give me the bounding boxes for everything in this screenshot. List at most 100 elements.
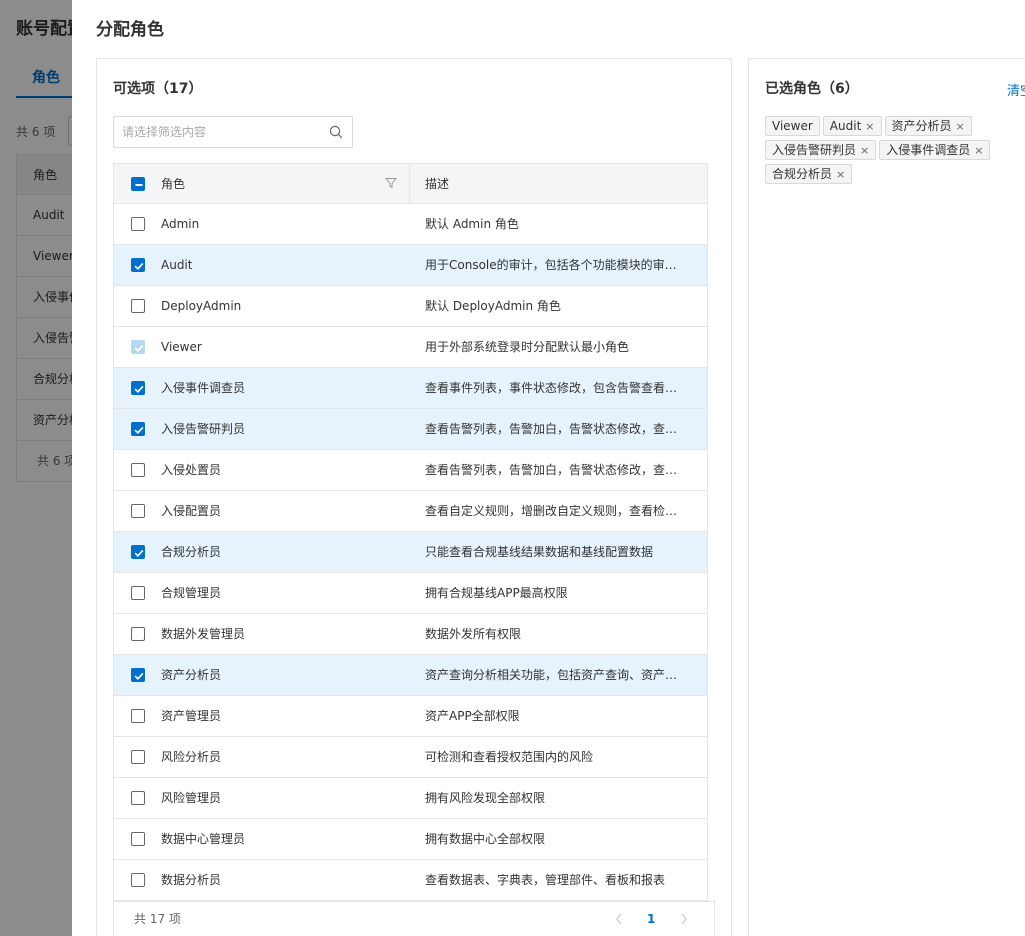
table-row[interactable]: 风险分析员 可检测和查看授权范围内的风险 bbox=[114, 737, 708, 778]
row-checkbox[interactable] bbox=[131, 832, 145, 846]
search-input[interactable] bbox=[122, 117, 322, 147]
chevron-left-icon[interactable] bbox=[614, 912, 624, 926]
column-divider bbox=[409, 409, 410, 449]
table-row[interactable]: 入侵处置员 查看告警列表，告警加白，告警状态修改，查看... bbox=[114, 450, 708, 491]
column-divider bbox=[409, 778, 410, 818]
row-checkbox[interactable] bbox=[131, 545, 145, 559]
role-description: 用于Console的审计，包括各个功能模块的审计... bbox=[425, 258, 687, 272]
role-description: 拥有数据中心全部权限 bbox=[425, 832, 546, 846]
tag-label: 资产分析员 bbox=[891, 119, 952, 133]
role-name: DeployAdmin bbox=[161, 299, 242, 313]
role-name: Admin bbox=[161, 217, 200, 231]
table-row[interactable]: Audit 用于Console的审计，包括各个功能模块的审计... bbox=[114, 245, 708, 286]
table-row[interactable]: Admin 默认 Admin 角色 bbox=[114, 204, 708, 245]
column-divider bbox=[409, 368, 410, 408]
chevron-right-icon[interactable] bbox=[679, 912, 689, 926]
row-checkbox[interactable] bbox=[131, 750, 145, 764]
row-checkbox[interactable] bbox=[131, 422, 145, 436]
close-icon[interactable]: × bbox=[860, 142, 869, 160]
close-icon[interactable]: × bbox=[865, 118, 874, 136]
column-divider bbox=[409, 204, 410, 244]
role-description: 默认 DeployAdmin 角色 bbox=[425, 299, 561, 313]
selected-role-tag: 入侵告警研判员 × bbox=[765, 140, 877, 160]
table-row[interactable]: 入侵告警研判员 查看告警列表，告警加白，告警状态修改，查看... bbox=[114, 409, 708, 450]
row-checkbox[interactable] bbox=[131, 504, 145, 518]
role-name: 风险管理员 bbox=[161, 791, 222, 805]
search-icon[interactable] bbox=[329, 125, 343, 139]
role-description: 资产APP全部权限 bbox=[425, 709, 520, 723]
roles-table-footer: 共 17 项 1 bbox=[113, 899, 715, 936]
column-divider bbox=[409, 573, 410, 613]
role-name: 数据中心管理员 bbox=[161, 832, 246, 846]
assign-role-drawer: 分配角色 可选项（17） 角色 描述 Admin默认 Adm bbox=[72, 0, 1025, 936]
selected-role-tag: 资产分析员 × bbox=[884, 116, 972, 136]
table-row[interactable]: 资产分析员 资产查询分析相关功能，包括资产查询、资产比对 bbox=[114, 655, 708, 696]
column-divider bbox=[409, 819, 410, 859]
role-name: 入侵配置员 bbox=[161, 504, 222, 518]
total-count: 共 17 项 bbox=[134, 912, 181, 926]
table-row[interactable]: 入侵事件调查员 查看事件列表，事件状态修改，包含告警查看策... bbox=[114, 368, 708, 409]
role-description: 查看告警列表，告警加白，告警状态修改，查看... bbox=[425, 463, 687, 477]
selected-role-tag: 入侵事件调查员 × bbox=[879, 140, 991, 160]
page-number[interactable]: 1 bbox=[647, 899, 655, 936]
role-description: 查看数据表、字典表，管理部件、看板和报表 bbox=[425, 873, 666, 887]
column-divider bbox=[409, 245, 410, 285]
role-description: 用于外部系统登录时分配默认最小角色 bbox=[425, 340, 630, 354]
drawer-title: 分配角色 bbox=[96, 20, 164, 39]
close-icon[interactable]: × bbox=[836, 166, 845, 184]
close-icon[interactable]: × bbox=[956, 118, 965, 136]
row-checkbox[interactable] bbox=[131, 791, 145, 805]
role-description: 查看自定义规则，增删改自定义规则，查看检测... bbox=[425, 504, 687, 518]
column-divider bbox=[409, 860, 410, 900]
column-header-role: 角色 bbox=[161, 177, 186, 191]
role-description: 拥有合规基线APP最高权限 bbox=[425, 586, 568, 600]
available-roles-heading: 可选项（17） bbox=[113, 81, 203, 97]
table-row[interactable]: 风险管理员 拥有风险发现全部权限 bbox=[114, 778, 708, 819]
tag-label: Audit bbox=[829, 119, 862, 133]
table-row[interactable]: 合规分析员 只能查看合规基线结果数据和基线配置数据 bbox=[114, 532, 708, 573]
filter-icon[interactable] bbox=[385, 177, 397, 189]
row-checkbox[interactable] bbox=[131, 586, 145, 600]
row-checkbox[interactable] bbox=[131, 299, 145, 313]
row-checkbox[interactable] bbox=[131, 463, 145, 477]
row-checkbox[interactable] bbox=[131, 709, 145, 723]
column-divider bbox=[409, 737, 410, 777]
column-divider bbox=[409, 614, 410, 654]
role-description: 默认 Admin 角色 bbox=[425, 217, 519, 231]
tag-label: 入侵事件调查员 bbox=[886, 143, 971, 157]
role-description: 查看告警列表，告警加白，告警状态修改，查看... bbox=[425, 422, 687, 436]
selected-role-tag: 合规分析员 × bbox=[765, 164, 853, 184]
role-name: 入侵事件调查员 bbox=[161, 381, 246, 395]
table-row[interactable]: Viewer 用于外部系统登录时分配默认最小角色 bbox=[114, 327, 708, 368]
role-description: 拥有风险发现全部权限 bbox=[425, 791, 546, 805]
clear-all-link[interactable]: 清空 bbox=[1007, 80, 1025, 99]
row-checkbox[interactable] bbox=[131, 873, 145, 887]
column-divider bbox=[409, 655, 410, 695]
role-name: 资产分析员 bbox=[161, 668, 222, 682]
close-icon[interactable]: × bbox=[974, 142, 983, 160]
column-divider bbox=[409, 450, 410, 490]
table-scroll-edge bbox=[707, 163, 715, 899]
table-row[interactable]: 数据分析员 查看数据表、字典表，管理部件、看板和报表 bbox=[114, 860, 708, 901]
column-header-description: 描述 bbox=[425, 177, 450, 191]
role-name: Viewer bbox=[161, 340, 202, 354]
row-checkbox[interactable] bbox=[131, 668, 145, 682]
table-row[interactable]: 资产管理员 资产APP全部权限 bbox=[114, 696, 708, 737]
role-description: 可检测和查看授权范围内的风险 bbox=[425, 750, 594, 764]
role-name: 资产管理员 bbox=[161, 709, 222, 723]
table-row[interactable]: 入侵配置员 查看自定义规则，增删改自定义规则，查看检测... bbox=[114, 491, 708, 532]
row-checkbox[interactable] bbox=[131, 627, 145, 641]
tag-label: 入侵告警研判员 bbox=[772, 143, 857, 157]
row-checkbox[interactable] bbox=[131, 217, 145, 231]
selected-role-tag: Audit × bbox=[822, 116, 882, 136]
search-box bbox=[113, 116, 353, 148]
row-checkbox[interactable] bbox=[131, 381, 145, 395]
role-name: 入侵处置员 bbox=[161, 463, 222, 477]
table-row[interactable]: 数据中心管理员 拥有数据中心全部权限 bbox=[114, 819, 708, 860]
table-row[interactable]: DeployAdmin 默认 DeployAdmin 角色 bbox=[114, 286, 708, 327]
row-checkbox[interactable] bbox=[131, 258, 145, 272]
role-description: 资产查询分析相关功能，包括资产查询、资产比对 bbox=[425, 668, 687, 682]
table-row[interactable]: 合规管理员 拥有合规基线APP最高权限 bbox=[114, 573, 708, 614]
table-row[interactable]: 数据外发管理员 数据外发所有权限 bbox=[114, 614, 708, 655]
select-all-checkbox[interactable] bbox=[131, 177, 145, 191]
